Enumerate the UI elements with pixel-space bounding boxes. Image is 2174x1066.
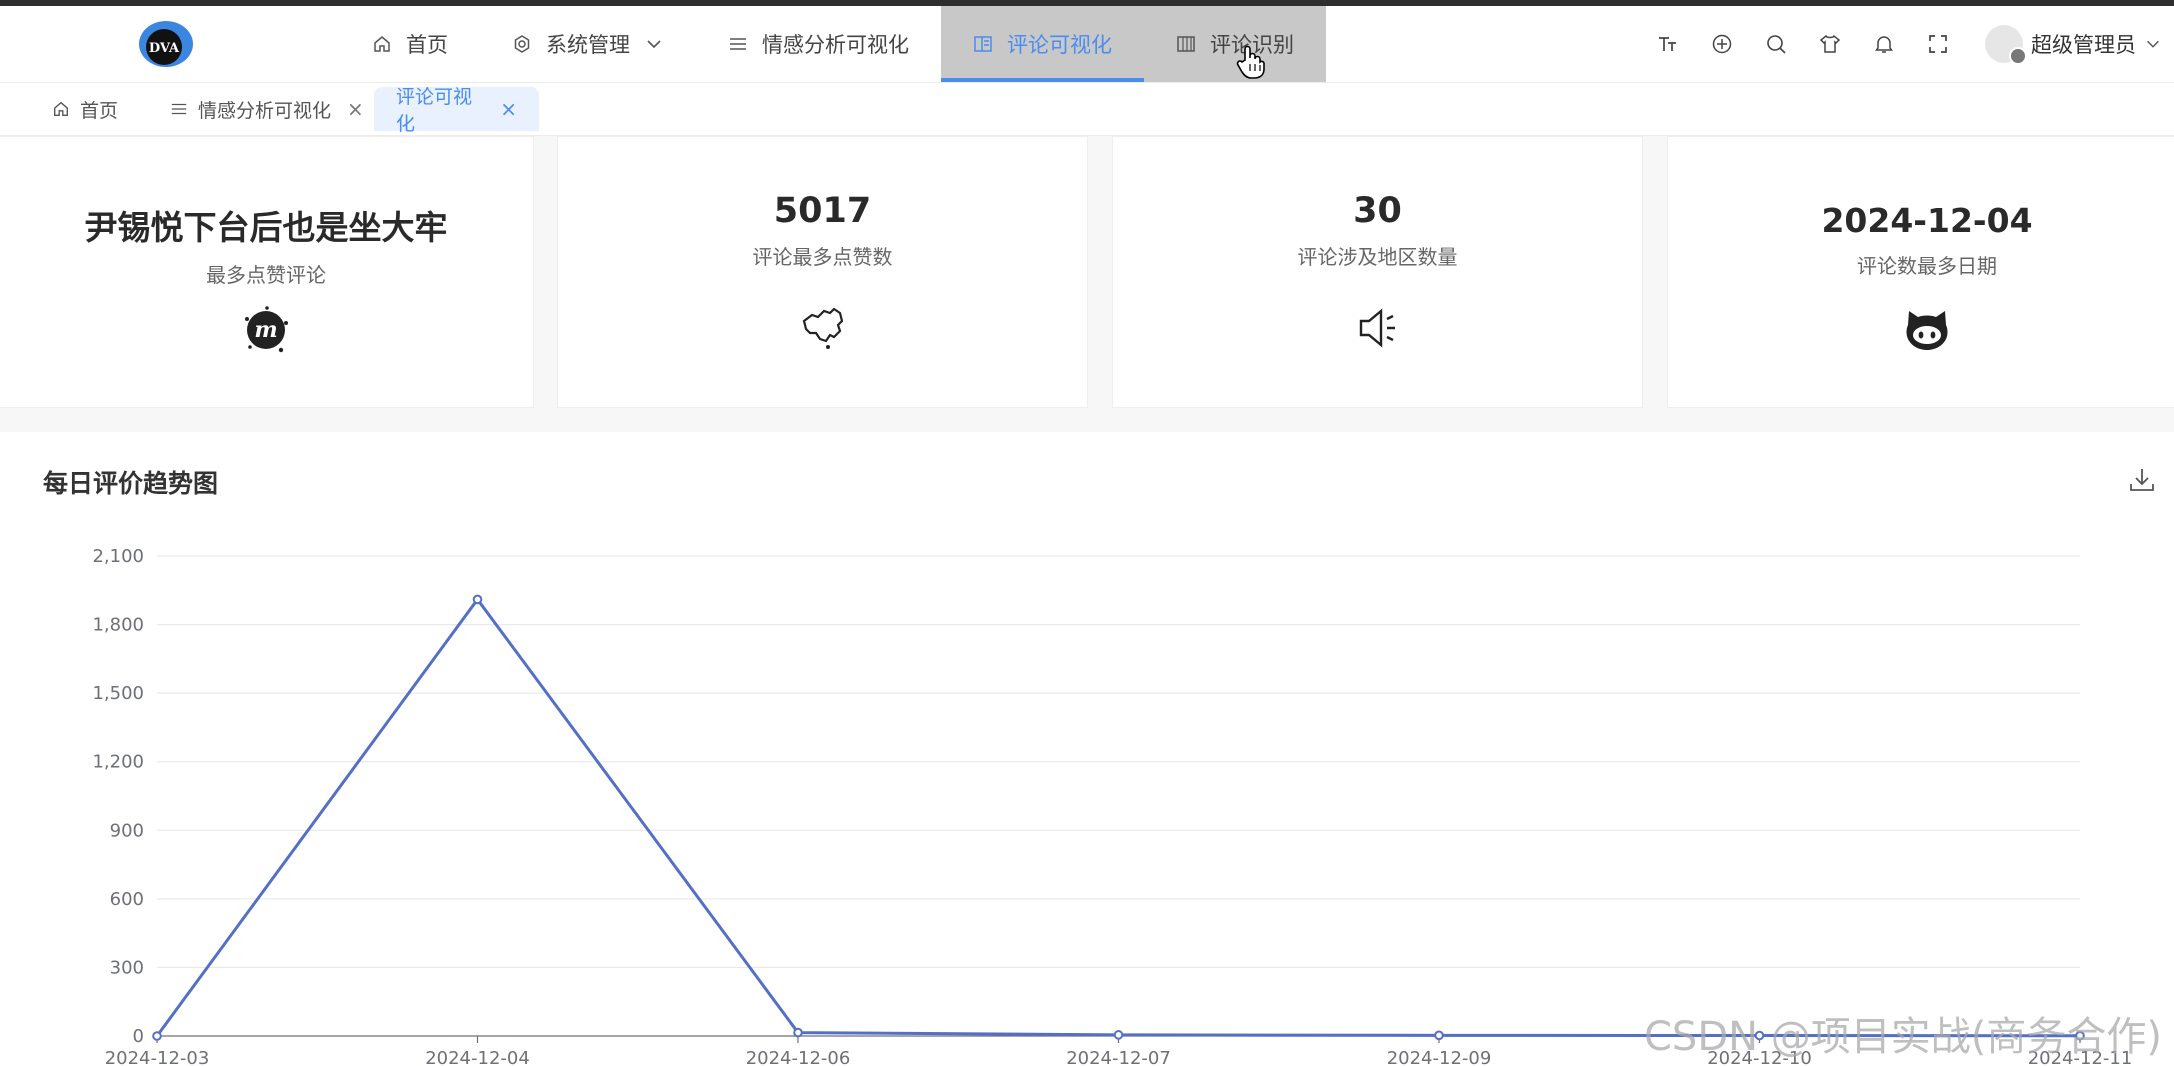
y-tick-label: 1,500 <box>92 683 144 704</box>
menu-lines-icon <box>171 103 187 115</box>
x-tick-label: 2024-12-06 <box>746 1048 851 1066</box>
language-button[interactable] <box>1695 6 1749 82</box>
close-icon[interactable]: × <box>500 97 517 121</box>
stat-value: 30 <box>1353 191 1402 231</box>
data-point <box>793 1027 803 1038</box>
y-tick-label: 2,100 <box>92 546 144 567</box>
nav-label: 首页 <box>406 33 448 57</box>
gear-icon <box>514 35 530 53</box>
speaker-icon <box>1359 308 1395 348</box>
line-chart: 0 300 600 900 1,200 1,500 1,800 2,100 2024-12-03… <box>92 546 2132 1066</box>
tab-home[interactable]: 首页 <box>30 87 140 131</box>
font-size-icon <box>1659 37 1676 51</box>
stat-label: 评论数最多日期 <box>1857 254 1997 278</box>
stat-card-max-likes: 5017 评论最多点赞数 <box>557 136 1088 408</box>
tab-sentiment[interactable]: 情感分析可视化 × <box>148 87 386 131</box>
x-tick-label: 2024-12-03 <box>105 1048 210 1066</box>
top-header: DVA 首页 系统管理 情感分析可视化 评论可视化 评论识别 超级管理员 <box>0 6 2174 83</box>
nav-item-comment-vis[interactable]: 评论可视化 <box>941 6 1144 82</box>
tab-comment-vis[interactable]: 评论可视化 × <box>374 86 539 135</box>
y-tick-label: 1,800 <box>92 615 144 636</box>
y-tick-label: 1,200 <box>92 752 144 773</box>
stat-label: 最多点赞评论 <box>206 263 326 287</box>
stat-card-regions: 30 评论涉及地区数量 <box>1112 136 1643 408</box>
stat-label: 评论最多点赞数 <box>752 245 893 269</box>
data-point <box>152 1031 162 1041</box>
nav-label: 评论可视化 <box>1007 33 1112 57</box>
nav-item-home[interactable]: 首页 <box>340 6 480 82</box>
y-tick-label: 300 <box>110 957 144 978</box>
stat-value: 5017 <box>773 191 872 231</box>
notification-button[interactable] <box>1857 6 1911 82</box>
data-point <box>1113 1030 1124 1040</box>
nav-item-comment-recog[interactable]: 评论识别 <box>1144 6 1326 82</box>
close-icon[interactable]: × <box>347 97 364 121</box>
stat-label: 评论涉及地区数量 <box>1297 245 1458 269</box>
user-menu[interactable]: 超级管理员 <box>1965 6 2174 82</box>
columns-icon <box>1177 36 1195 52</box>
user-name: 超级管理员 <box>2031 33 2136 57</box>
x-tick-label: 2024-12-09 <box>1387 1048 1492 1066</box>
x-tick-label: 2024-12-04 <box>425 1048 530 1066</box>
search-button[interactable] <box>1749 6 1803 82</box>
globe-icon <box>1712 34 1732 54</box>
data-point <box>1434 1030 1444 1041</box>
tab-label: 情感分析可视化 <box>198 99 332 122</box>
layout-icon <box>974 36 992 52</box>
bell-icon <box>1875 36 1893 53</box>
chevron-down-icon <box>647 40 661 49</box>
stat-value: 尹锡悦下台后也是坐大牢 <box>84 208 448 247</box>
y-tick-label: 900 <box>110 820 144 841</box>
series-line <box>155 596 2081 1038</box>
avatar <box>1985 25 2027 65</box>
search-icon <box>1767 35 1786 54</box>
stat-card-top-comment: 尹锡悦下台后也是坐大牢 最多点赞评论 m <box>0 136 534 408</box>
stat-value: 2024-12-04 <box>1821 201 2033 240</box>
fullscreen-button[interactable] <box>1911 6 1965 82</box>
dva-logo[interactable]: DVA <box>137 20 195 70</box>
nav-item-sentiment[interactable]: 情感分析可视化 <box>696 6 941 82</box>
y-tick-label: 600 <box>110 889 144 910</box>
github-cat-icon <box>1906 311 1948 350</box>
nav-item-system[interactable]: 系统管理 <box>480 6 696 82</box>
stat-card-top-date: 2024-12-04 评论数最多日期 <box>1667 136 2174 408</box>
svg-text:m: m <box>254 317 277 343</box>
trend-chart-panel: 每日评价趋势图 0 300 600 900 1,200 1,500 1,800 2,100 20… <box>0 432 2174 1066</box>
tab-label: 首页 <box>80 99 119 122</box>
app-window: DVA 首页 系统管理 情感分析可视化 评论可视化 评论识别 超级管理员 首页 … <box>0 0 2174 1066</box>
y-tick-label: 0 <box>133 1026 144 1047</box>
shirt-icon <box>1819 34 1841 53</box>
meetup-icon: m <box>245 306 288 353</box>
x-tick-label: 2024-12-07 <box>1066 1048 1171 1066</box>
logo-text: DVA <box>149 41 180 56</box>
nav-label: 系统管理 <box>546 33 630 57</box>
chevron-down-icon <box>2147 40 2159 48</box>
tab-label: 评论可视化 <box>396 86 473 135</box>
main-nav: 首页 系统管理 情感分析可视化 评论可视化 评论识别 <box>340 6 1326 82</box>
nav-label: 情感分析可视化 <box>762 33 909 57</box>
china-map-icon <box>802 307 843 349</box>
font-size-button[interactable] <box>1641 6 1695 82</box>
theme-button[interactable] <box>1803 6 1857 82</box>
menu-lines-icon <box>730 38 746 50</box>
hand-cursor-icon <box>1236 45 1265 79</box>
tabs-bar: 首页 情感分析可视化 × 评论可视化 × <box>0 83 2174 136</box>
header-tools: 超级管理员 <box>1641 6 2174 82</box>
fullscreen-icon <box>1929 35 1947 53</box>
data-point <box>472 594 483 605</box>
main-content: 尹锡悦下台后也是坐大牢 最多点赞评论 m 5017 评论最多点赞数 30 评论涉… <box>0 136 2174 1066</box>
watermark: CSDN @项目实战(商务合作) <box>1644 1014 2162 1060</box>
home-icon <box>374 36 390 52</box>
home-icon <box>54 101 68 116</box>
